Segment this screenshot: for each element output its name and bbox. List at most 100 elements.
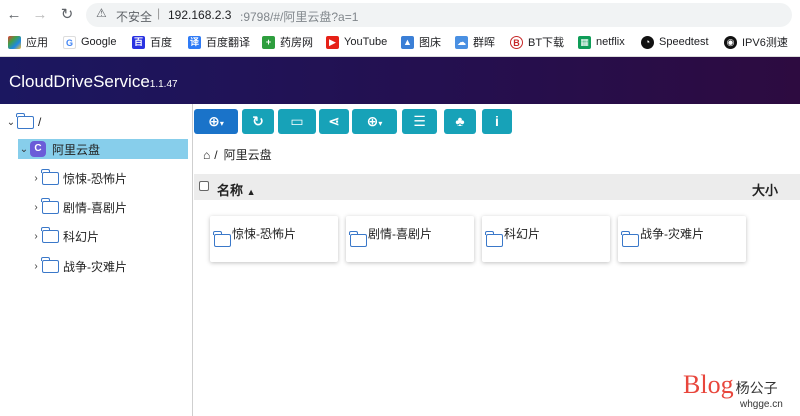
chevron-right-icon[interactable]: › xyxy=(30,261,42,272)
chevron-right-icon[interactable]: › xyxy=(30,202,42,213)
warning-icon[interactable]: ⚠ xyxy=(96,6,107,20)
select-all-checkbox[interactable] xyxy=(199,181,209,191)
bookmark-label: Speedtest xyxy=(659,36,709,48)
image-icon: ▲ xyxy=(401,35,414,49)
add-dropdown-button[interactable]: ⊕▾ xyxy=(194,109,238,134)
folder-icon xyxy=(41,226,59,243)
pharmacy-cross-icon: + xyxy=(262,35,275,49)
bookmarks-bar: 应用 G Google 百百度 译百度翻译 + 药房网 ▶ YouTube ▲ 图床 ☁… xyxy=(0,31,800,53)
bookmark-label: 药房网 xyxy=(280,37,313,49)
bookmark-ipv6[interactable]: ◉ IPV6测速 xyxy=(724,34,788,50)
breadcrumb-current[interactable]: 阿里云盘 xyxy=(224,146,272,163)
monitor-icon: ▭ xyxy=(290,113,304,129)
bookmark-baidu-translate[interactable]: 译百度翻译 xyxy=(188,34,250,50)
folder-card-label: 剧情-喜剧片 xyxy=(368,227,432,241)
address-path: :9798/#/阿里云盘?a=1 xyxy=(240,10,359,24)
column-size-header[interactable]: 大小 xyxy=(752,180,778,199)
tree-button[interactable]: ♣ xyxy=(444,109,476,134)
bookmark-label: IPV6测速 xyxy=(742,37,788,49)
bookmark-label: 图床 xyxy=(419,37,441,49)
bookmark-youtube[interactable]: ▶ YouTube xyxy=(326,34,387,50)
list-view-button[interactable]: ☰ xyxy=(402,109,437,134)
caret-down-icon: ▾ xyxy=(378,119,383,128)
folder-card[interactable]: 战争-灾难片 xyxy=(618,216,746,262)
bookmark-bt-download[interactable]: B BT下载 xyxy=(510,34,564,50)
bookmark-synology[interactable]: ☁ 群晖 xyxy=(455,34,495,50)
address-host: 192.168.2.3 xyxy=(168,8,232,22)
folder-card[interactable]: 剧情-喜剧片 xyxy=(346,216,474,262)
column-name-label: 名称 xyxy=(217,183,244,198)
bookmark-netflix[interactable]: ▦ netflix xyxy=(578,34,625,50)
sort-asc-icon: ▲ xyxy=(246,187,256,197)
tree-root[interactable]: ⌄ / xyxy=(5,112,41,132)
bookmark-speedtest[interactable]: ◔ Speedtest xyxy=(641,34,709,50)
chevron-down-icon[interactable]: ⌄ xyxy=(18,144,30,155)
app-version: 1.1.47 xyxy=(149,79,178,90)
list-header: 名称 ▲ 大小 xyxy=(194,174,800,200)
bt-icon: B xyxy=(510,35,523,49)
watermark-brand: Blog xyxy=(683,370,734,399)
display-button[interactable]: ▭ xyxy=(278,109,316,134)
app-header: CloudDriveService1.1.47 xyxy=(0,57,800,104)
tree-item-label: 战争-灾难片 xyxy=(63,259,127,274)
apps-grid-icon xyxy=(8,35,21,49)
tree-item-label: 科幻片 xyxy=(63,229,100,244)
sheet-icon: ▦ xyxy=(578,35,591,49)
tree-item-drive[interactable]: ⌄ C 阿里云盘 xyxy=(18,139,188,159)
translate-icon: 译 xyxy=(188,35,201,49)
reload-icon[interactable]: ↻ xyxy=(57,5,77,25)
bookmark-baidu[interactable]: 百百度 xyxy=(132,34,172,50)
folder-icon xyxy=(16,112,34,129)
bookmark-label: 百度翻译 xyxy=(206,37,250,49)
browser-chrome: ← → ↻ ⚠ 不安全 | 192.168.2.3 :9798/#/阿里云盘?a… xyxy=(0,0,800,57)
folder-card[interactable]: 惊悚-恐怖片 xyxy=(210,216,338,262)
folder-icon xyxy=(41,197,59,214)
home-icon[interactable]: ⌂ xyxy=(203,148,210,162)
bookmark-label: BT下载 xyxy=(528,37,565,49)
zoom-dropdown-button[interactable]: ⊕▾ xyxy=(352,109,397,134)
aliyun-drive-icon: C xyxy=(30,141,46,157)
tree-icon: ♣ xyxy=(455,113,465,129)
bookmark-image-host[interactable]: ▲ 图床 xyxy=(401,34,441,50)
refresh-button[interactable]: ↻ xyxy=(242,109,274,134)
folder-icon xyxy=(485,231,503,247)
bookmark-google[interactable]: G Google xyxy=(63,34,116,50)
tree-item-label: 阿里云盘 xyxy=(52,142,101,157)
breadcrumb-root[interactable]: / xyxy=(214,148,217,162)
youtube-icon: ▶ xyxy=(326,35,339,49)
speedtest-gauge-icon: ◔ xyxy=(641,35,654,49)
folder-card-label: 科幻片 xyxy=(504,227,541,241)
forward-arrow-icon[interactable]: → xyxy=(30,5,50,25)
tree-item-label: 剧情-喜剧片 xyxy=(63,200,127,215)
zoom-in-icon: ⊕ xyxy=(366,113,379,129)
tree-item-folder[interactable]: › 惊悚-恐怖片 xyxy=(30,168,127,188)
watermark-name: 杨公子 xyxy=(735,380,778,396)
bookmark-label: Google xyxy=(81,36,117,48)
bookmark-apps[interactable]: 应用 xyxy=(8,34,48,50)
column-name-header[interactable]: 名称 ▲ xyxy=(217,180,256,199)
tree-item-folder[interactable]: › 科幻片 xyxy=(30,226,99,246)
folder-icon xyxy=(41,168,59,185)
address-bar[interactable]: ⚠ 不安全 | 192.168.2.3 :9798/#/阿里云盘?a=1 xyxy=(86,3,792,27)
chevron-down-icon[interactable]: ⌄ xyxy=(5,117,17,128)
google-icon: G xyxy=(63,35,76,49)
insecure-label: 不安全 xyxy=(116,10,153,24)
tree-item-folder[interactable]: › 剧情-喜剧片 xyxy=(30,197,127,217)
info-icon: i xyxy=(495,113,499,129)
browser-nav-row: ← → ↻ ⚠ 不安全 | 192.168.2.3 :9798/#/阿里云盘?a… xyxy=(0,0,800,30)
tree-item-folder[interactable]: › 战争-灾难片 xyxy=(30,256,127,276)
folder-icon xyxy=(621,231,639,247)
refresh-icon: ↻ xyxy=(252,113,264,129)
watermark: Blog 杨公子 xyxy=(683,372,778,398)
tree-item-label: 惊悚-恐怖片 xyxy=(63,171,127,186)
folder-icon xyxy=(213,231,231,247)
back-arrow-icon[interactable]: ← xyxy=(4,5,24,25)
chevron-right-icon[interactable]: › xyxy=(30,231,42,242)
share-button[interactable]: ⋖ xyxy=(319,109,349,134)
plus-circle-icon: ⊕ xyxy=(208,113,220,129)
info-button[interactable]: i xyxy=(482,109,512,134)
folder-card-label: 惊悚-恐怖片 xyxy=(232,227,296,241)
chevron-right-icon[interactable]: › xyxy=(30,173,42,184)
folder-card[interactable]: 科幻片 xyxy=(482,216,610,262)
bookmark-pharmacy[interactable]: + 药房网 xyxy=(262,34,313,50)
